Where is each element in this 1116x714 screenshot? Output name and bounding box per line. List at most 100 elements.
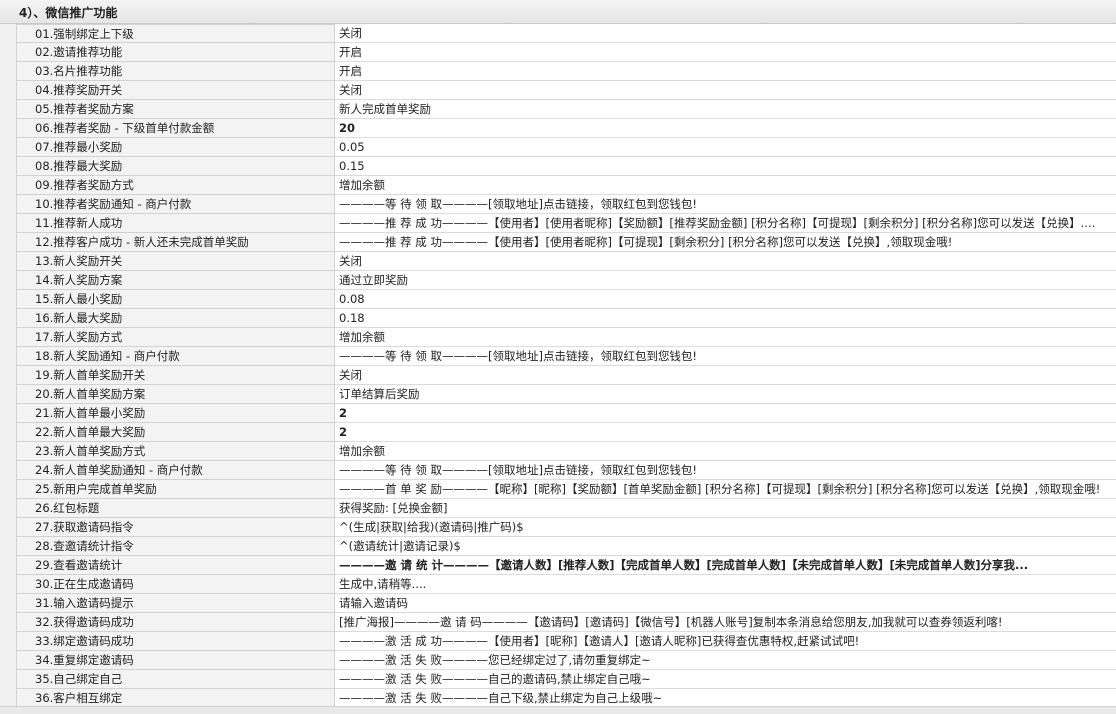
property-row[interactable]: 16.新人最大奖励 0.18 [0,309,1116,328]
property-value[interactable]: ————首 单 奖 励————【昵称】[昵称]【奖励额】[首单奖励金额] [积分… [335,480,1116,499]
property-value[interactable]: ————激 活 成 功————【使用者】[昵称]【邀请人】[邀请人昵称]已获得查… [335,632,1116,651]
settings-panel: 4）、微信推广功能 01.强制绑定上下级 关闭 02.邀请推荐功能 开启 03.名片推荐… [0,0,1116,714]
property-row[interactable]: 04.推荐奖励开关 关闭 [0,81,1116,100]
property-label: 03.名片推荐功能 [16,62,335,81]
property-value[interactable]: 请输入邀请码 [335,594,1116,613]
property-row[interactable]: 32.获得邀请码成功 [推广海报]————邀 请 码————【邀请码】[邀请码]【… [0,613,1116,632]
property-row[interactable]: 20.新人首单奖励方案 订单结算后奖励 [0,385,1116,404]
property-value[interactable]: 2 [335,423,1116,442]
property-value[interactable]: 0.15 [335,157,1116,176]
property-label: 14.新人奖励方案 [16,271,335,290]
property-row[interactable]: 35.自己绑定自己 ————激 活 失 败————自己的邀请码,禁止绑定自己哦~ [0,670,1116,689]
property-value[interactable]: 新人完成首单奖励 [335,100,1116,119]
property-row[interactable]: 12.推荐客户成功 - 新人还未完成首单奖励 ————推 荐 成 功————【使用… [0,233,1116,252]
property-value[interactable]: 增加余额 [335,328,1116,347]
property-label: 33.绑定邀请码成功 [16,632,335,651]
property-label: 28.查邀请统计指令 [16,537,335,556]
property-row[interactable]: 23.新人首单奖励方式 增加余额 [0,442,1116,461]
property-label: 12.推荐客户成功 - 新人还未完成首单奖励 [16,233,335,252]
property-value[interactable]: 2 [335,404,1116,423]
property-value[interactable]: 生成中,请稍等.... [335,575,1116,594]
property-value[interactable]: 订单结算后奖励 [335,385,1116,404]
row-gutter [0,632,16,651]
property-label: 01.强制绑定上下级 [16,24,335,43]
property-value[interactable]: 增加余额 [335,176,1116,195]
property-label: 34.重复绑定邀请码 [16,651,335,670]
section-header[interactable]: 4）、微信推广功能 [0,0,1116,24]
property-row[interactable]: 26.红包标题 获得奖励: [兑换金额] [0,499,1116,518]
property-label: 02.邀请推荐功能 [16,43,335,62]
property-row[interactable]: 21.新人首单最小奖励 2 [0,404,1116,423]
property-value[interactable]: 通过立即奖励 [335,271,1116,290]
property-row[interactable]: 18.新人奖励通知 - 商户付款 ————等 待 领 取————[领取地址]点击链… [0,347,1116,366]
property-value[interactable]: 开启 [335,62,1116,81]
property-row[interactable]: 15.新人最小奖励 0.08 [0,290,1116,309]
row-gutter [0,442,16,461]
property-value[interactable]: ————等 待 领 取————[领取地址]点击链接，领取红包到您钱包! [335,347,1116,366]
property-value[interactable]: ————推 荐 成 功————【使用者】[使用者昵称]【可提现】[剩余积分] [… [335,233,1116,252]
property-row[interactable]: 29.查看邀请统计 ————邀 请 统 计————【邀请人数】[推荐人数]【完成首… [0,556,1116,575]
row-gutter [0,119,16,138]
property-value[interactable]: 关闭 [335,81,1116,100]
property-value[interactable]: ————等 待 领 取————[领取地址]点击链接，领取红包到您钱包! [335,461,1116,480]
property-label: 31.输入邀请码提示 [16,594,335,613]
property-label: 16.新人最大奖励 [16,309,335,328]
property-row[interactable]: 27.获取邀请码指令 ^(生成|获取|给我)(邀请码|推广码)$ [0,518,1116,537]
property-value[interactable]: ^(邀请统计|邀请记录)$ [335,537,1116,556]
property-row[interactable]: 25.新用户完成首单奖励 ————首 单 奖 励————【昵称】[昵称]【奖励额】… [0,480,1116,499]
horizontal-scrollbar[interactable] [0,706,1116,714]
property-value[interactable]: 关闭 [335,24,1116,43]
property-value[interactable]: 开启 [335,43,1116,62]
property-label: 08.推荐最大奖励 [16,157,335,176]
row-gutter [0,480,16,499]
property-row[interactable]: 09.推荐者奖励方式 增加余额 [0,176,1116,195]
property-row[interactable]: 17.新人奖励方式 增加余额 [0,328,1116,347]
property-value[interactable]: ————邀 请 统 计————【邀请人数】[推荐人数]【完成首单人数】[完成首单… [335,556,1116,575]
property-value[interactable]: 20 [335,119,1116,138]
property-value[interactable]: ————激 活 失 败————您已经绑定过了,请勿重复绑定~ [335,651,1116,670]
property-grid: 01.强制绑定上下级 关闭 02.邀请推荐功能 开启 03.名片推荐功能 开启 04.推荐奖… [0,24,1116,708]
property-row[interactable]: 03.名片推荐功能 开启 [0,62,1116,81]
property-row[interactable]: 10.推荐者奖励通知 - 商户付款 ————等 待 领 取————[领取地址]点击… [0,195,1116,214]
property-row[interactable]: 33.绑定邀请码成功 ————激 活 成 功————【使用者】[昵称]【邀请人】[… [0,632,1116,651]
row-gutter [0,195,16,214]
property-row[interactable]: 08.推荐最大奖励 0.15 [0,157,1116,176]
property-value[interactable]: [推广海报]————邀 请 码————【邀请码】[邀请码]【微信号】[机器人账号… [335,613,1116,632]
row-gutter [0,214,16,233]
property-row[interactable]: 06.推荐者奖励 - 下级首单付款金额 20 [0,119,1116,138]
property-row[interactable]: 02.邀请推荐功能 开启 [0,43,1116,62]
property-row[interactable]: 30.正在生成邀请码 生成中,请稍等.... [0,575,1116,594]
property-value[interactable]: 关闭 [335,366,1116,385]
property-value[interactable]: ————激 活 失 败————自己的邀请码,禁止绑定自己哦~ [335,670,1116,689]
property-value[interactable]: 0.08 [335,290,1116,309]
property-value[interactable]: ^(生成|获取|给我)(邀请码|推广码)$ [335,518,1116,537]
property-label: 30.正在生成邀请码 [16,575,335,594]
property-label: 10.推荐者奖励通知 - 商户付款 [16,195,335,214]
property-row[interactable]: 13.新人奖励开关 关闭 [0,252,1116,271]
property-row[interactable]: 14.新人奖励方案 通过立即奖励 [0,271,1116,290]
property-row[interactable]: 11.推荐新人成功 ————推 荐 成 功————【使用者】[使用者昵称]【奖励额… [0,214,1116,233]
property-value[interactable]: ————推 荐 成 功————【使用者】[使用者昵称]【奖励额】[推荐奖励金额]… [335,214,1116,233]
property-row[interactable]: 22.新人首单最大奖励 2 [0,423,1116,442]
property-value[interactable]: 获得奖励: [兑换金额] [335,499,1116,518]
property-row[interactable]: 19.新人首单奖励开关 关闭 [0,366,1116,385]
property-row[interactable]: 24.新人首单奖励通知 - 商户付款 ————等 待 领 取————[领取地址]点… [0,461,1116,480]
property-value[interactable]: ————等 待 领 取————[领取地址]点击链接，领取红包到您钱包! [335,195,1116,214]
property-value[interactable]: 0.18 [335,309,1116,328]
property-label: 04.推荐奖励开关 [16,81,335,100]
property-row[interactable]: 05.推荐者奖励方案 新人完成首单奖励 [0,100,1116,119]
property-row[interactable]: 01.强制绑定上下级 关闭 [0,24,1116,43]
property-label: 21.新人首单最小奖励 [16,404,335,423]
property-label: 22.新人首单最大奖励 [16,423,335,442]
property-row[interactable]: 31.输入邀请码提示 请输入邀请码 [0,594,1116,613]
property-row[interactable]: 28.查邀请统计指令 ^(邀请统计|邀请记录)$ [0,537,1116,556]
property-value[interactable]: 0.05 [335,138,1116,157]
property-label: 27.获取邀请码指令 [16,518,335,537]
row-gutter [0,309,16,328]
property-value[interactable]: 关闭 [335,252,1116,271]
property-value[interactable]: 增加余额 [335,442,1116,461]
property-row[interactable]: 07.推荐最小奖励 0.05 [0,138,1116,157]
row-gutter [0,594,16,613]
property-row[interactable]: 34.重复绑定邀请码 ————激 活 失 败————您已经绑定过了,请勿重复绑定~ [0,651,1116,670]
row-gutter [0,138,16,157]
